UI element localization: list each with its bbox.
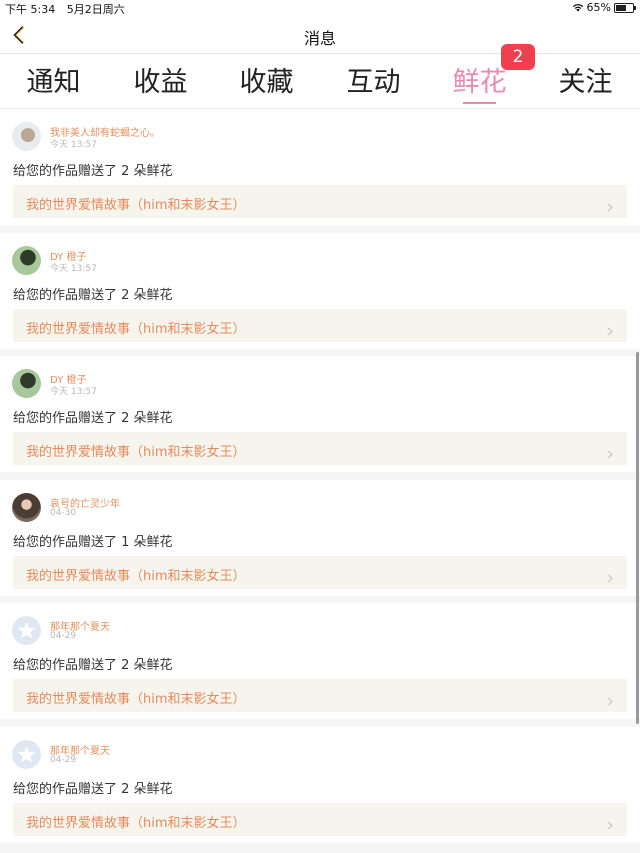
chevron-right-icon <box>607 444 613 459</box>
work-link[interactable]: 我的世界爱情故事（him和末影女王） <box>13 308 627 342</box>
chevron-right-icon <box>607 321 613 336</box>
work-title: 我的世界爱情故事（him和末影女王） <box>26 321 246 337</box>
chevron-right-icon <box>607 568 613 583</box>
default-avatar-star-icon[interactable] <box>12 616 41 646</box>
chevron-right-icon <box>607 815 613 830</box>
tab-bar: 通知 收益 收藏 互动 鲜花 关注 <box>0 54 640 109</box>
active-tab-indicator <box>463 102 496 104</box>
unread-badge: 2 <box>501 44 535 70</box>
status-date: 5月2日周六 <box>66 3 125 16</box>
chevron-right-icon <box>607 691 613 706</box>
message-time: 今天 13:57 <box>50 140 97 150</box>
tab-label: 鲜花 <box>452 67 507 98</box>
battery-icon <box>614 2 636 13</box>
message-card: 那年那个夏天 04-29 给您的作品赠送了 2 朵鲜花 我的世界爱情故事（him和末影… <box>0 727 640 843</box>
tab-earnings[interactable]: 收益 <box>107 60 214 106</box>
message-card: DY 橙子 今天 13:57 给您的作品赠送了 2 朵鲜花 我的世界爱情故事（him和… <box>0 356 640 473</box>
scrollbar[interactable] <box>636 352 639 724</box>
default-avatar-star-icon[interactable] <box>12 740 41 769</box>
work-title: 我的世界爱情故事（him和末影女王） <box>26 445 246 461</box>
message-card: DY 橙子 今天 13:57 给您的作品赠送了 2 朵鲜花 我的世界爱情故事（him和… <box>0 232 640 349</box>
message-time: 04-29 <box>50 631 77 642</box>
tab-interactions[interactable]: 互动 <box>320 60 427 106</box>
avatar[interactable] <box>12 492 41 522</box>
work-title: 我的世界爱情故事（him和末影女王） <box>26 816 246 831</box>
message-text: 给您的作品赠送了 2 朵鲜花 <box>13 658 173 674</box>
message-text: 给您的作品赠送了 1 朵鲜花 <box>13 534 173 550</box>
work-title: 我的世界爱情故事（him和末影女王） <box>26 568 246 584</box>
status-bar: 下午 5:34 5月2日周六 65% <box>0 0 640 17</box>
work-link[interactable]: 我的世界爱情故事（him和末影女王） <box>13 432 627 466</box>
avatar[interactable] <box>12 369 41 399</box>
tab-label: 通知 <box>26 67 81 98</box>
avatar[interactable] <box>12 245 41 275</box>
work-title: 我的世界爱情故事（him和末影女王） <box>26 198 246 213</box>
message-time: 04-29 <box>50 755 77 765</box>
message-text: 给您的作品赠送了 2 朵鲜花 <box>13 782 173 797</box>
work-link[interactable]: 我的世界爱情故事（him和末影女王） <box>13 555 627 589</box>
work-link[interactable]: 我的世界爱情故事（him和末影女王） <box>13 185 627 218</box>
tab-label: 关注 <box>558 67 613 98</box>
message-time: 04-30 <box>50 507 77 518</box>
message-text: 给您的作品赠送了 2 朵鲜花 <box>13 164 173 179</box>
tab-favorites[interactable]: 收藏 <box>213 60 320 106</box>
chevron-right-icon <box>607 197 613 212</box>
work-link[interactable]: 我的世界爱情故事（him和末影女王） <box>13 679 627 713</box>
wifi-icon <box>572 4 583 12</box>
nav-bar: 消息 <box>0 17 640 54</box>
message-card: 那年那个夏天 04-29 给您的作品赠送了 2 朵鲜花 我的世界爱情故事（him和末影… <box>0 603 640 720</box>
tab-notifications[interactable]: 通知 <box>0 60 107 106</box>
page-title: 消息 <box>303 29 336 48</box>
message-text: 给您的作品赠送了 2 朵鲜花 <box>13 411 173 427</box>
tab-following[interactable]: 关注 <box>532 60 639 106</box>
avatar[interactable] <box>12 122 41 151</box>
battery-percent: 65% <box>586 1 611 14</box>
message-card: 我非美人却有蛇蝎之心。 今天 13:57 给您的作品赠送了 2 朵鲜花 我的世界爱情故… <box>0 109 640 225</box>
status-time: 下午 5:34 <box>5 3 56 16</box>
tab-label: 互动 <box>346 67 401 98</box>
work-title: 我的世界爱情故事（him和末影女王） <box>26 692 246 708</box>
message-text: 给您的作品赠送了 2 朵鲜花 <box>13 287 173 303</box>
message-time: 今天 13:57 <box>50 263 97 274</box>
tab-label: 收藏 <box>239 67 294 98</box>
tab-label: 收益 <box>133 67 188 98</box>
work-link[interactable]: 我的世界爱情故事（him和末影女王） <box>13 803 627 836</box>
message-card: 哀号的亡灵少年 04-30 给您的作品赠送了 1 朵鲜花 我的世界爱情故事（him和末… <box>0 479 640 596</box>
message-time: 今天 13:57 <box>50 387 97 398</box>
